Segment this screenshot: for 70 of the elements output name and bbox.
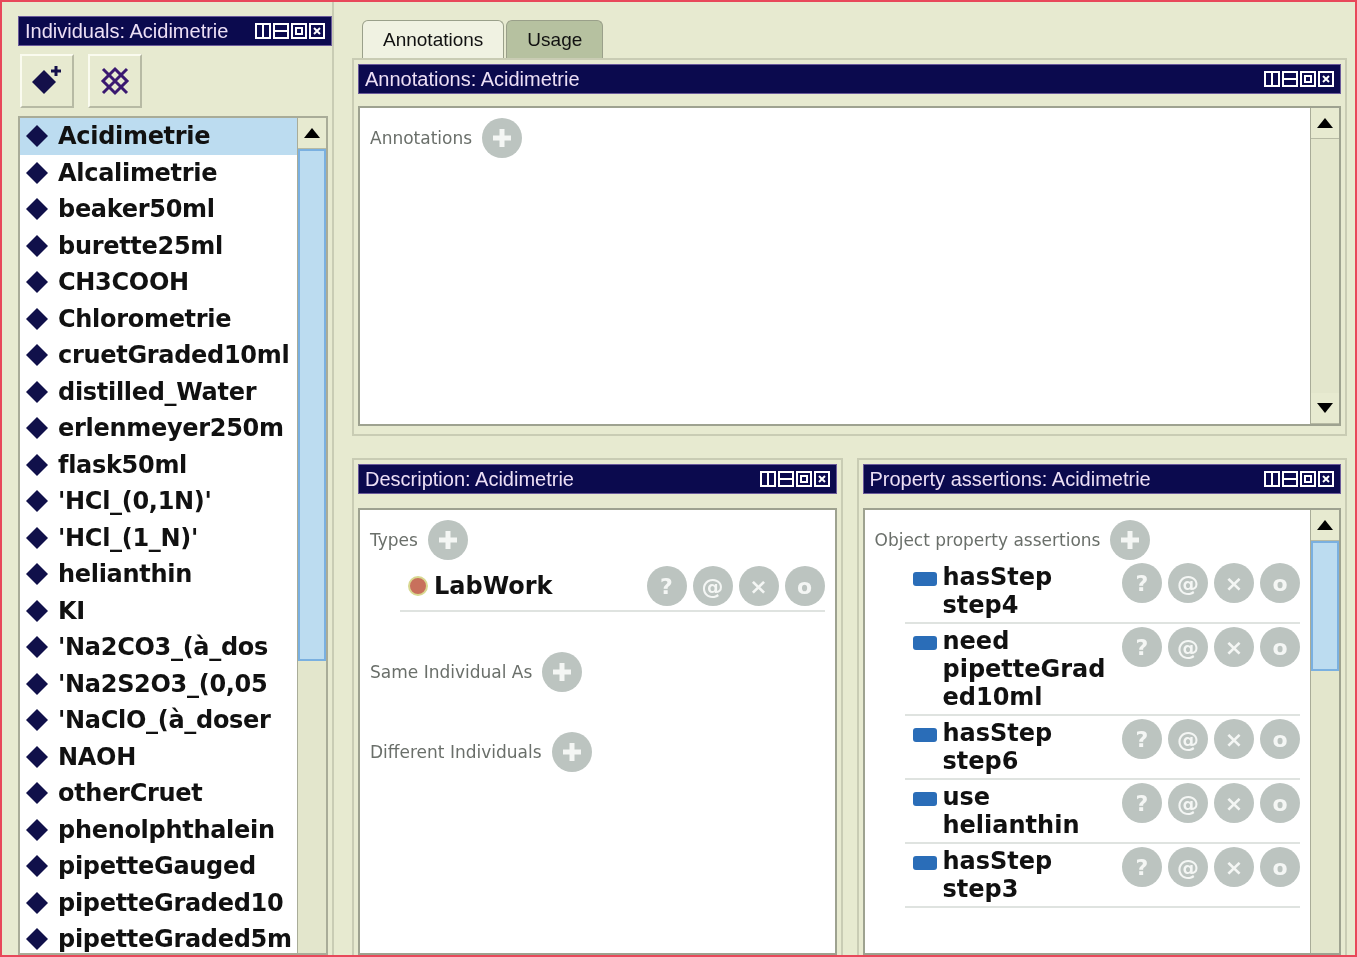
property-value: helianthin — [942, 811, 1081, 839]
property-name: need — [942, 627, 1011, 655]
property-icon — [912, 636, 937, 650]
section-label: Annotations — [370, 128, 473, 148]
panel-title-bar: Individuals: Acidimetrie — [18, 16, 332, 46]
window-controls-icon[interactable] — [255, 23, 325, 39]
property-value: pipetteGraded10ml — [942, 655, 1107, 711]
diamond-icon — [26, 380, 48, 403]
diamond-icon — [26, 818, 48, 841]
scrollbar[interactable] — [1310, 510, 1339, 953]
crossed-diamond-icon — [98, 64, 132, 98]
window-controls-icon[interactable] — [759, 471, 830, 487]
property-value: step6 — [942, 747, 1020, 775]
add-button[interactable] — [551, 732, 592, 772]
section-label: Types — [370, 530, 418, 550]
panel-title-bar: Description: Acidimetrie — [358, 464, 837, 494]
property-value: step4 — [942, 591, 1020, 619]
property-icon — [912, 856, 937, 870]
property-name: use — [942, 783, 992, 811]
panel-title-bar: Annotations: Acidimetrie — [358, 64, 1341, 94]
diamond-icon — [26, 745, 48, 768]
up-arrow-icon — [1317, 118, 1333, 128]
diamond-icon — [26, 526, 48, 549]
panel-title-bar: Property assertions: Acidimetrie — [862, 464, 1341, 494]
diamond-icon — [26, 198, 48, 221]
add-button[interactable] — [427, 520, 468, 560]
property-name: hasStep — [942, 563, 1054, 591]
individual-item[interactable]: Acidimetrie — [20, 118, 297, 155]
diamond-icon — [26, 636, 48, 659]
diamond-icon — [26, 453, 48, 476]
diamond-icon — [26, 271, 48, 294]
property-value: step3 — [942, 875, 1020, 903]
diamond-icon — [26, 563, 48, 586]
diamond-icon — [26, 307, 48, 330]
tab[interactable]: Usage — [506, 20, 604, 58]
diamond-icon — [26, 161, 48, 184]
up-arrow-icon — [304, 128, 320, 138]
down-arrow-icon — [1317, 403, 1333, 413]
property-icon — [912, 728, 937, 742]
scrollbar[interactable] — [1310, 108, 1339, 424]
diamond-icon — [26, 928, 48, 951]
type-name: LabWork — [434, 572, 553, 600]
add-button[interactable] — [1110, 520, 1151, 560]
window-controls-icon[interactable] — [1264, 471, 1334, 487]
section-label: Object property assertions — [874, 530, 1101, 550]
diamond-icon — [26, 599, 48, 622]
add-button[interactable] — [542, 652, 583, 692]
scrollbar[interactable] — [297, 118, 326, 953]
add-individual-button[interactable] — [20, 54, 74, 108]
property-icon — [912, 572, 937, 586]
diamond-icon — [26, 490, 48, 513]
property-icon — [912, 792, 937, 806]
diamond-icon — [26, 672, 48, 695]
tab[interactable]: Annotations — [362, 20, 505, 58]
diamond-icon — [26, 417, 48, 440]
diamond-icon — [26, 234, 48, 257]
diamond-icon — [26, 782, 48, 805]
diamond-icon — [26, 125, 48, 148]
add-button[interactable] — [482, 118, 523, 158]
diamond-icon — [26, 344, 48, 367]
diamond-icon — [26, 891, 48, 914]
section-label: Same Individual As — [370, 662, 533, 682]
delete-individual-button[interactable] — [88, 54, 142, 108]
up-arrow-icon — [1317, 520, 1333, 530]
window-controls-icon[interactable] — [1264, 71, 1334, 87]
diamond-icon — [26, 855, 48, 878]
diamond-icon — [26, 709, 48, 732]
property-name: hasStep — [942, 847, 1054, 875]
property-name: hasStep — [942, 719, 1054, 747]
section-label: Different Individuals — [370, 742, 542, 762]
